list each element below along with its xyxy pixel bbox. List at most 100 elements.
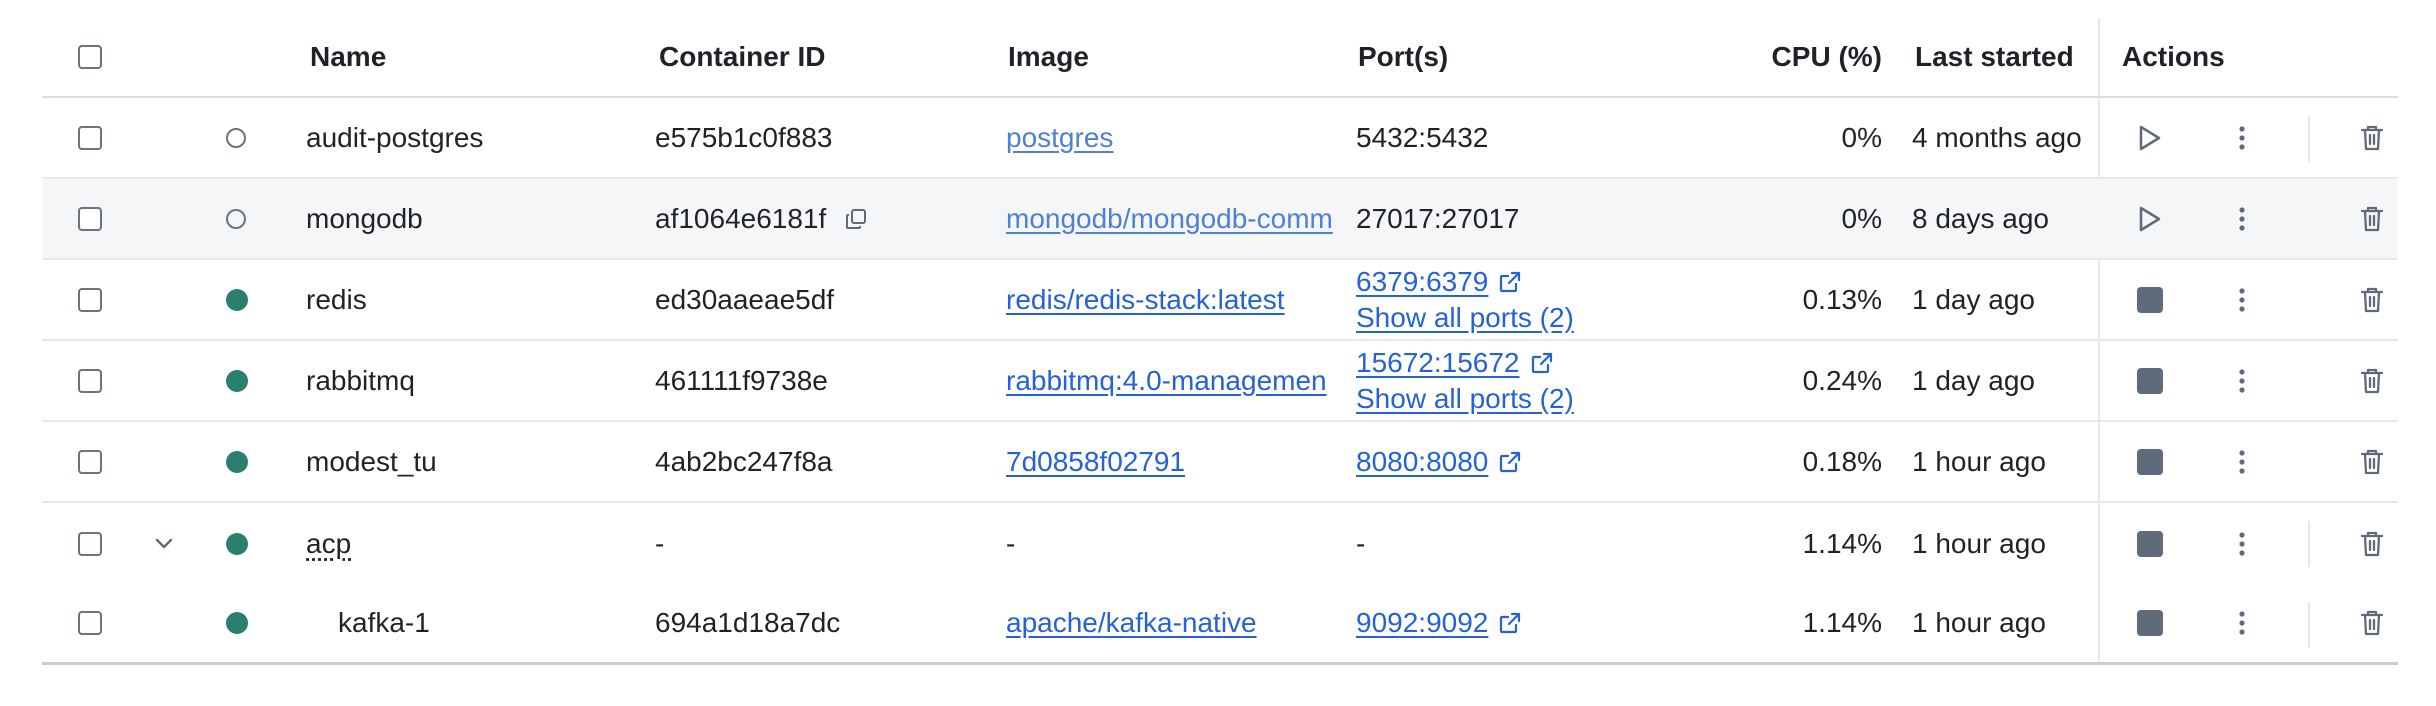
port-link[interactable]: 8080:8080 [1356,444,1488,480]
more-vertical-icon[interactable] [2238,610,2246,636]
trash-icon[interactable] [2359,609,2385,637]
containers-table: Name Container ID Image Port(s) CPU (%) … [42,18,2398,665]
cpu-value: 0.13% [1802,283,1882,315]
cpu-value: 1.14% [1802,607,1882,638]
image-link[interactable]: redis/redis-stack:latest [1006,284,1285,316]
trash-icon[interactable] [2359,205,2385,233]
action-separator [2308,116,2310,162]
stop-icon[interactable] [2137,286,2163,313]
stop-icon[interactable] [2137,610,2163,636]
image-text: - [1006,527,1016,559]
image-link[interactable]: postgres [1006,122,1113,154]
last-started: 1 hour ago [1912,607,2046,638]
play-icon[interactable] [2137,124,2163,152]
last-started: 8 days ago [1912,202,2049,234]
cpu-value: 0% [1841,202,1882,234]
container-id: - [655,527,665,559]
trash-icon[interactable] [2359,286,2385,314]
more-vertical-icon[interactable] [2238,531,2246,557]
show-all-ports-link[interactable]: Show all ports (2) [1356,381,1574,417]
more-vertical-icon[interactable] [2238,368,2246,394]
image-link[interactable]: 7d0858f02791 [1006,446,1185,478]
table-row[interactable]: audit-postgres e575b1c0f883 postgres 543… [42,98,2398,179]
status-running-icon [226,288,248,311]
stop-icon[interactable] [2137,448,2163,475]
row-checkbox[interactable] [78,206,102,231]
table-row[interactable]: rabbitmq 461111f9738e rabbitmq:4.0-manag… [42,341,2398,422]
external-link-icon[interactable] [1498,611,1522,635]
container-name[interactable]: kafka-1 [306,607,430,639]
container-id: ed30aaeae5df [655,283,835,315]
header-container-id[interactable]: Container ID [659,18,994,96]
stop-icon[interactable] [2137,530,2163,557]
table-row[interactable]: mongodb af1064e6181f mongodb/mongodb-com… [42,179,2398,260]
status-running-icon [226,450,248,473]
last-started: 1 day ago [1912,283,2035,315]
show-all-ports-link[interactable]: Show all ports (2) [1356,300,1574,336]
external-link-icon[interactable] [1530,351,1554,375]
container-name[interactable]: mongodb [306,179,636,258]
chevron-down-icon[interactable] [154,537,174,551]
status-running-icon [226,612,248,634]
header-image[interactable]: Image [1008,18,1354,96]
container-id: 461111f9738e [655,364,828,396]
more-vertical-icon[interactable] [2238,125,2246,151]
trash-icon[interactable] [2359,367,2385,395]
header-last-started[interactable]: Last started [1915,18,2135,96]
table-row-group[interactable]: acp - - - 1.14% 1 hour ago [42,503,2398,584]
more-vertical-icon[interactable] [2238,287,2246,313]
select-all-checkbox[interactable] [78,45,102,69]
action-separator [2308,602,2310,648]
cpu-value: 0.24% [1802,364,1882,396]
row-checkbox[interactable] [78,125,102,150]
container-id: af1064e6181f [655,202,827,234]
port-text: 27017:27017 [1356,202,1520,234]
copy-icon[interactable] [844,207,868,231]
port-text: 5432:5432 [1356,121,1489,153]
status-stopped-icon [226,208,246,229]
play-icon[interactable] [2137,205,2163,233]
container-id: e575b1c0f883 [655,121,833,153]
last-started: 1 day ago [1912,364,2035,396]
trash-icon[interactable] [2359,530,2385,558]
more-vertical-icon[interactable] [2238,449,2246,475]
header-cpu[interactable]: CPU (%) [1682,18,1882,96]
table-row[interactable]: kafka-1 694a1d18a7dc apache/kafka-native… [42,584,2398,665]
row-checkbox[interactable] [78,531,102,556]
image-link[interactable]: rabbitmq:4.0-managemen [1006,365,1327,397]
image-link[interactable]: apache/kafka-native [1006,607,1257,639]
external-link-icon[interactable] [1498,450,1522,474]
cpu-value: 1.14% [1802,527,1882,559]
table-header: Name Container ID Image Port(s) CPU (%) … [42,18,2398,98]
container-id: 694a1d18a7dc [655,607,841,638]
port-link[interactable]: 15672:15672 [1356,345,1520,381]
row-checkbox[interactable] [78,449,102,474]
stop-icon[interactable] [2137,367,2163,394]
row-checkbox[interactable] [78,287,102,312]
last-started: 4 months ago [1912,121,2082,153]
container-name[interactable]: audit-postgres [306,98,636,177]
trash-icon[interactable] [2359,448,2385,476]
cpu-value: 0% [1841,121,1882,153]
last-started: 1 hour ago [1912,445,2046,477]
port-link[interactable]: 6379:6379 [1356,264,1488,300]
header-name[interactable]: Name [310,18,640,96]
image-link[interactable]: mongodb/mongodb-comm [1006,203,1333,235]
table-row[interactable]: redis ed30aaeae5df redis/redis-stack:lat… [42,260,2398,341]
container-name[interactable]: modest_tu [306,422,636,501]
table-row[interactable]: modest_tu 4ab2bc247f8a 7d0858f02791 8080… [42,422,2398,503]
cpu-value: 0.18% [1802,445,1882,477]
external-link-icon[interactable] [1498,270,1522,294]
trash-icon[interactable] [2359,124,2385,152]
group-name[interactable]: acp [306,528,351,560]
status-running-icon [226,532,248,555]
action-separator [2308,521,2310,567]
more-vertical-icon[interactable] [2238,206,2246,232]
container-name[interactable]: redis [306,260,636,339]
row-checkbox[interactable] [78,611,102,635]
port-link[interactable]: 9092:9092 [1356,605,1488,641]
last-started: 1 hour ago [1912,527,2046,559]
container-id: 4ab2bc247f8a [655,445,833,477]
row-checkbox[interactable] [78,368,102,393]
container-name[interactable]: rabbitmq [306,341,636,420]
